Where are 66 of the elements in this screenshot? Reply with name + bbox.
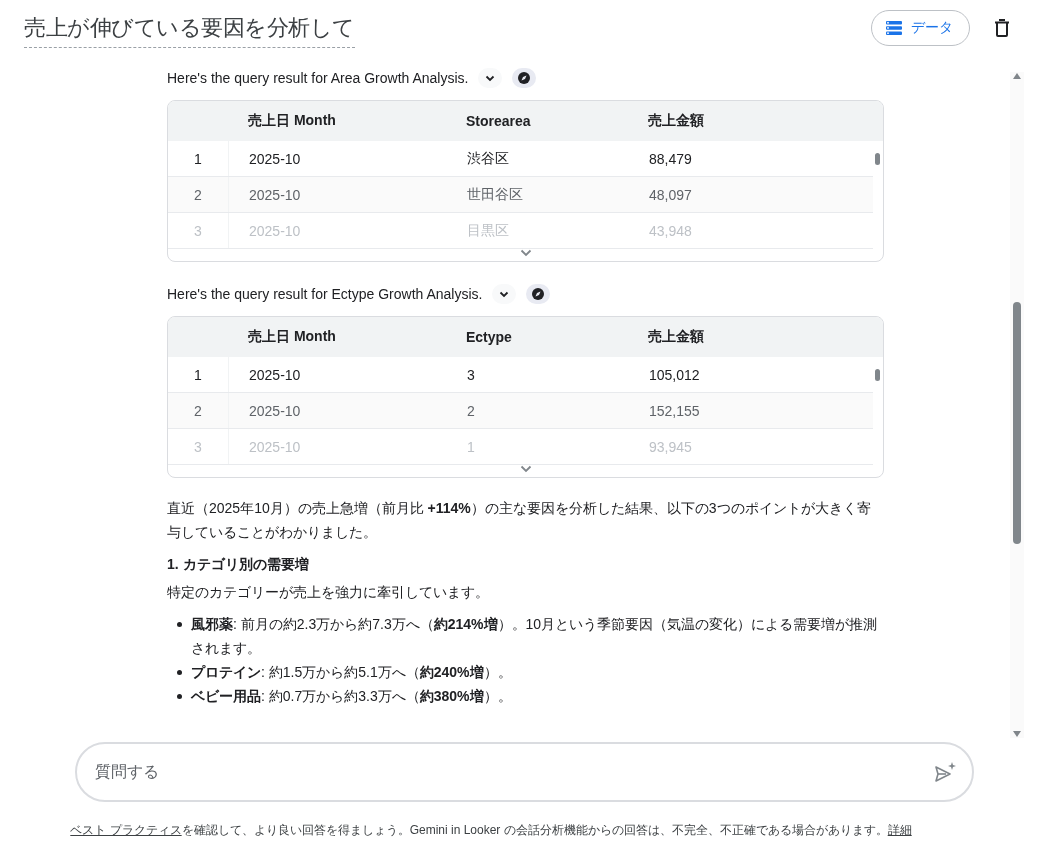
query-caption: Here's the query result for Area Growth Analysis.	[167, 70, 469, 86]
send-sparkle-icon[interactable]	[934, 762, 956, 782]
column-header: 売上日 Month	[247, 328, 337, 346]
section-heading: 1. カテゴリ別の需要増	[167, 555, 310, 574]
answer-paragraph: 特定のカテゴリーが売上を強力に牽引しています。	[167, 583, 490, 602]
table-cell-text: 2	[466, 402, 476, 419]
table-cell-text: 1	[466, 438, 476, 455]
question-field[interactable]: 質問する	[75, 742, 974, 802]
table-cell-text: 2025-10	[248, 438, 302, 455]
bullet-item: ベビー用品: 約0.7万から約3.3万へ（約380%増）。	[191, 687, 512, 706]
row-number: 2	[168, 393, 229, 428]
table-cell-text: 2025-10	[248, 366, 302, 383]
conversation-title[interactable]: 売上が伸びている要因を分析して	[24, 12, 355, 48]
disclaimer-text: を確認して、より良い回答を得ましょう。Gemini in Looker の会話分析機能からの回答は、不完全、不正確である場合があります。	[181, 821, 888, 839]
table-cell-text: 88,479	[648, 150, 693, 167]
scrollbar-thumb[interactable]	[1013, 302, 1021, 544]
question-input[interactable]: 質問する	[93, 762, 934, 782]
bullet-dot	[177, 670, 182, 675]
table-cell-text: 2025-10	[248, 150, 302, 167]
row-number: 3	[168, 213, 229, 248]
explore-button[interactable]	[512, 68, 537, 88]
table-cell-text: 93,945	[648, 438, 693, 455]
best-practices-link[interactable]: ベスト プラクティス	[70, 821, 182, 839]
trash-icon[interactable]	[994, 19, 1010, 37]
expand-button[interactable]	[492, 284, 517, 304]
chevron-down-icon[interactable]	[519, 465, 532, 473]
row-number: 3	[168, 429, 229, 464]
column-header: 売上金額	[647, 328, 705, 346]
row-number: 1	[168, 141, 229, 176]
table-cell-text: 105,012	[648, 366, 701, 383]
compass-icon	[518, 72, 531, 84]
expand-button[interactable]	[478, 68, 503, 88]
column-header: Ectype	[465, 329, 513, 345]
column-header: 売上金額	[647, 112, 705, 130]
scrollbar-thumb[interactable]	[875, 153, 880, 165]
table-cell-text: 目黒区	[466, 221, 510, 240]
compass-icon	[532, 288, 545, 300]
details-link[interactable]: 詳細	[887, 821, 912, 839]
list-icon	[886, 21, 902, 35]
scroll-down-icon[interactable]	[1012, 730, 1022, 738]
table-cell-text: 48,097	[648, 186, 693, 203]
query-caption: Here's the query result for Ectype Growth Analysis.	[167, 286, 483, 302]
table-cell-text: 43,948	[648, 222, 693, 239]
chevron-down-icon[interactable]	[519, 249, 532, 257]
table-cell-text: 2025-10	[248, 222, 302, 239]
table-cell-text: 渋谷区	[466, 149, 510, 168]
scrollbar-thumb[interactable]	[875, 369, 880, 381]
row-number: 2	[168, 177, 229, 212]
answer-paragraph: 直近（2025年10月）の売上急増（前月比 +114%）の主な要因を分析した結果、以下の3つのポイントが大きく寄与していることがわかりました。	[167, 499, 872, 542]
bullet-item: プロテイン: 約1.5万から約5.1万へ（約240%増）。	[191, 663, 512, 682]
chevron-down-icon	[485, 74, 496, 82]
data-button[interactable]: データ	[871, 10, 970, 46]
bullet-dot	[177, 694, 182, 699]
table-cell-text: 世田谷区	[466, 185, 524, 204]
column-header: Storearea	[465, 113, 532, 129]
chevron-down-icon	[499, 290, 510, 298]
table-cell-text: 2025-10	[248, 402, 302, 419]
explore-button[interactable]	[526, 284, 551, 304]
bullet-dot	[177, 622, 182, 627]
scroll-up-icon[interactable]	[1012, 72, 1022, 80]
bullet-item: 風邪薬: 前月の約2.3万から約7.3万へ（約214%増）。10月という季節要因（気温の変化）による需要増が推測されます。	[191, 615, 879, 658]
table-cell-text: 2025-10	[248, 186, 302, 203]
row-number: 1	[168, 357, 229, 392]
table-cell-text: 3	[466, 366, 476, 383]
table-cell-text: 152,155	[648, 402, 701, 419]
column-header: 売上日 Month	[247, 112, 337, 130]
